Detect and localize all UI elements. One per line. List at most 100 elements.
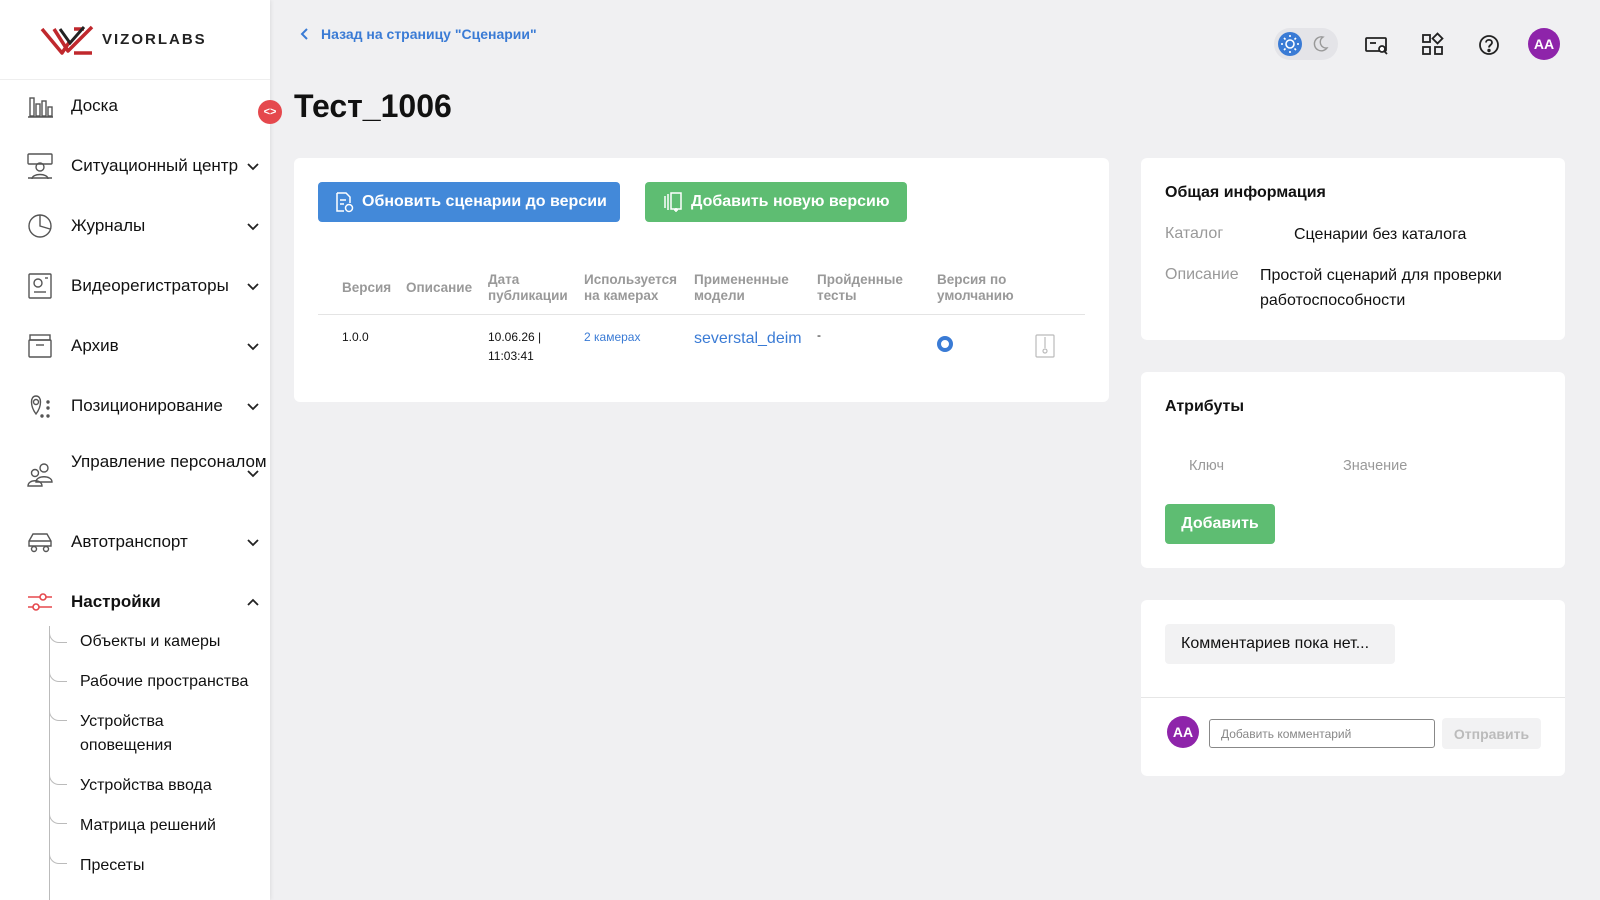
submenu-item-notification-devices[interactable]: Устройства оповещения [80,710,230,758]
sidebar-item-recorders[interactable]: Видеорегистраторы [0,270,270,302]
sidebar-item-situation-center[interactable]: Ситуационный центр [0,150,270,182]
submenu-connector [49,771,67,785]
chevron-down-icon [247,539,259,547]
submenu-item-presets[interactable]: Пресеты [80,854,145,878]
page-title: Тест_1006 [294,88,452,124]
chart-bars-icon [28,97,53,118]
versions-card: Обновить сценарии до версии Добавить нов… [294,158,1109,402]
chevron-down-icon [247,343,259,351]
general-info-card: Общая информация Каталог Сценарии без ка… [1141,158,1565,340]
cell-date: 10.06.26 | [488,330,542,344]
update-scenarios-button[interactable]: Обновить сценарии до версии [318,182,620,222]
sun-icon [1278,32,1302,56]
sidebar-item-label: Управление персоналом [71,452,267,471]
sidebar-item-label: Автотранспорт [71,532,188,551]
comments-divider [1141,697,1565,698]
submenu-item-workspaces[interactable]: Рабочие пространства [80,670,248,694]
chevron-up-icon [247,598,259,606]
column-header-version: Версия [342,280,392,295]
sidebar-item-personnel[interactable]: Управление персоналом [0,450,270,498]
cell-model-link[interactable]: severstal_deim [694,329,802,348]
code-brackets-icon: <> [263,106,277,118]
sidebar-item-journals[interactable]: Журналы [0,210,270,242]
column-header-cameras: Используется на камерах [584,272,678,303]
submenu-item-decision-matrix[interactable]: Матрица решений [80,814,216,838]
submenu-connector [49,668,67,682]
default-version-radio[interactable] [937,336,953,352]
sidebar-item-archive[interactable]: Архив [0,330,270,362]
catalog-value: Сценарии без каталога [1294,226,1467,243]
sidebar-item-label: Позиционирование [71,396,223,415]
back-link[interactable]: Назад на страницу "Сценарии" [300,26,537,42]
sidebar-item-board[interactable]: Доска [0,92,270,120]
sliders-icon [28,593,52,611]
chevron-down-icon [247,223,259,231]
submenu-connector [49,707,67,721]
send-comment-button[interactable]: Отправить [1442,718,1541,749]
back-link-label: Назад на страницу "Сценарии" [321,26,537,42]
document-update-icon [336,192,354,213]
submenu-item-input-devices[interactable]: Устройства ввода [80,774,212,798]
cell-version: 1.0.0 [342,330,369,344]
column-header-tests: Пройденные тесты [817,272,903,303]
attribute-key-label: Ключ [1189,458,1225,474]
archive-file-icon[interactable] [1035,334,1055,358]
vizorlabs-logo-icon [40,25,94,55]
comment-input[interactable]: Добавить комментарий [1209,719,1435,748]
sidebar-item-vehicles[interactable]: Автотранспорт [0,526,270,558]
logo[interactable]: VIZORLABS [0,0,270,80]
recorder-icon [28,273,52,299]
chevron-down-icon [247,163,259,171]
add-attribute-button[interactable]: Добавить [1165,504,1275,544]
chevron-down-icon [247,403,259,411]
sidebar-item-settings[interactable]: Настройки [0,586,270,618]
sidebar-item-label: Журналы [71,216,146,235]
attributes-title: Атрибуты [1165,398,1245,415]
column-header-date: Дата публикации [488,272,568,303]
chevron-down-icon [247,470,259,478]
add-version-label: Добавить новую версию [691,193,890,210]
attributes-card: Атрибуты Ключ Значение Добавить [1141,372,1565,568]
pie-chart-icon [28,214,52,238]
cell-tests: - [817,328,821,342]
chevron-left-icon [300,28,308,40]
search-screen-icon[interactable] [1364,32,1390,58]
archive-icon [28,334,52,358]
chevron-down-icon [247,283,259,291]
cell-cameras-link[interactable]: 2 камерах [584,328,640,347]
table-divider [318,314,1085,315]
comments-card: Комментариев пока нет... AA Добавить ком… [1141,600,1565,776]
description-label: Описание [1165,266,1239,283]
submenu-connector [49,850,67,864]
submenu-item-objects-cameras[interactable]: Объекты и камеры [80,630,220,654]
theme-toggle[interactable] [1274,28,1338,60]
logo-text: VIZORLABS [102,31,207,48]
add-copy-icon [664,192,682,212]
sidebar-item-label: Архив [71,336,119,355]
general-info-title: Общая информация [1165,184,1326,201]
sidebar-item-positioning[interactable]: Позиционирование [0,390,270,422]
submenu-connector [49,810,67,824]
column-header-default: Версия по умолчанию [937,272,1014,303]
sidebar-item-label: Доска [71,96,118,115]
monitor-person-icon [27,153,53,180]
sidebar: VIZORLABS Доска Ситуационный центр Журна… [0,0,270,900]
column-header-description: Описание [406,280,473,295]
catalog-label: Каталог [1165,225,1224,242]
sidebar-item-label: Настройки [71,592,161,611]
submenu-connector [49,629,67,643]
attribute-value-label: Значение [1343,458,1408,474]
cell-time: 11:03:41 [488,349,534,363]
car-icon [28,533,52,553]
location-pin-icon [30,395,50,418]
moon-icon [1313,36,1329,52]
description-value: Простой сценарий для проверки работоспос… [1260,267,1502,309]
widgets-grid-icon[interactable] [1420,32,1446,58]
people-icon [27,463,53,487]
help-icon[interactable] [1476,32,1502,58]
sidebar-collapse-button[interactable]: <> [258,100,282,124]
sidebar-item-label: Ситуационный центр [71,156,239,175]
add-version-button[interactable]: Добавить новую версию [645,182,907,222]
user-avatar[interactable]: AA [1528,28,1560,60]
sidebar-item-label: Видеорегистраторы [71,276,229,295]
